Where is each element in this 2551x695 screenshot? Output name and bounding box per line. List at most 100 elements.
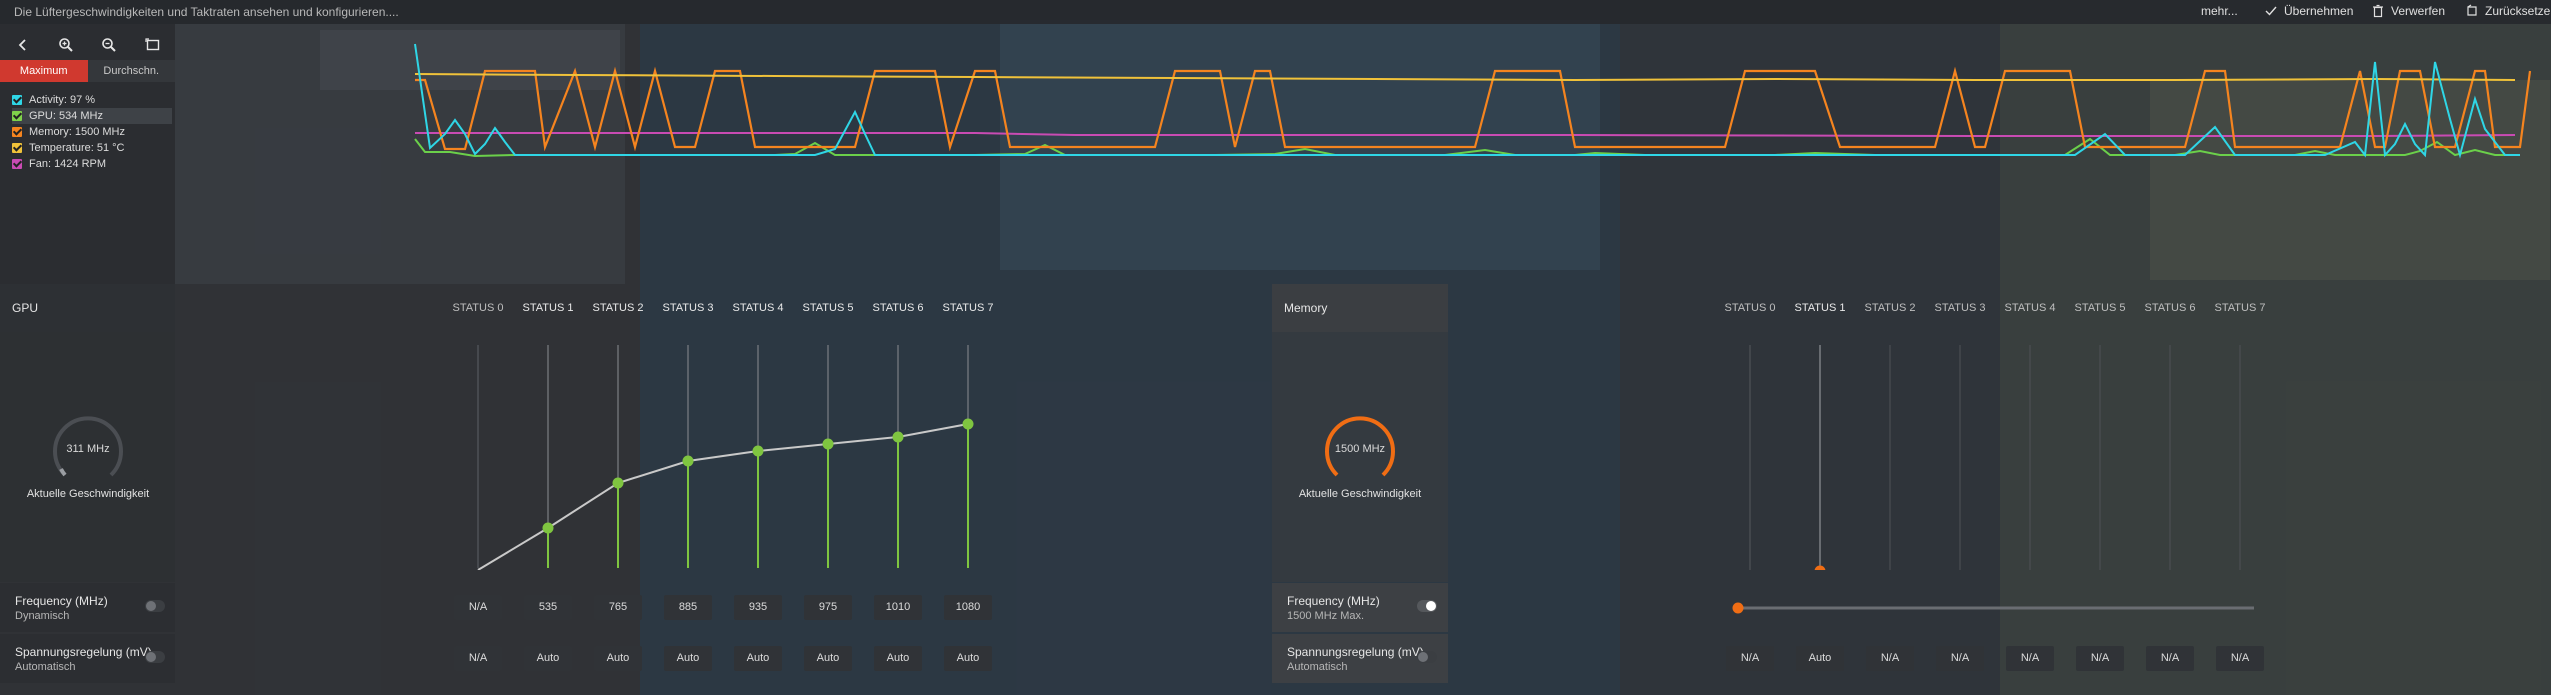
temperature-series-line — [414, 73, 2516, 82]
gpu-frequency-cell[interactable]: 765 — [594, 595, 642, 620]
gpu-voltage-cell[interactable]: N/A — [454, 646, 502, 671]
state-handle[interactable] — [962, 418, 974, 430]
discard-button[interactable]: Verwerfen — [2371, 4, 2445, 18]
memory-voltage-cell[interactable]: Auto — [1796, 646, 1844, 671]
gpu-voltage-toggle[interactable] — [145, 651, 165, 663]
gpu-voltage-cell[interactable]: Auto — [944, 646, 992, 671]
state-handle[interactable] — [892, 431, 904, 443]
reset-icon — [2467, 4, 2477, 16]
more-button[interactable]: mehr... — [2201, 4, 2238, 18]
state-handle[interactable] — [682, 455, 694, 467]
memory-frequency-slider[interactable] — [1730, 600, 2260, 616]
memory-voltage-cell[interactable]: N/A — [1726, 646, 1774, 671]
graph-legend: Activity: 97 % GPU: 534 MHz Memory: 1500… — [12, 92, 172, 172]
back-icon[interactable] — [14, 36, 32, 54]
gpu-state-curve — [477, 345, 974, 570]
checkbox-icon[interactable] — [12, 143, 22, 153]
gpu-frequency-cell[interactable]: 1010 — [874, 595, 922, 620]
aggregation-toggle: Maximum Durchschn. — [0, 60, 175, 82]
legend-activity[interactable]: Activity: 97 % — [12, 92, 172, 108]
memory-gauge-label: Aktuelle Geschwindigkeit — [1298, 488, 1422, 500]
checkmark-icon — [2265, 6, 2277, 16]
memory-voltage-label: Spannungsregelung (mV) — [1287, 645, 1424, 659]
gpu-voltage-cell[interactable]: Auto — [524, 646, 572, 671]
memory-voltage-cell[interactable]: N/A — [2146, 646, 2194, 671]
state-handle[interactable] — [542, 522, 554, 534]
gpu-frequency-cell[interactable]: N/A — [454, 595, 502, 620]
state-handle[interactable] — [1814, 565, 1826, 571]
apply-button[interactable]: Übernehmen — [2264, 4, 2353, 18]
gpu-voltage-mode: Automatisch — [15, 661, 76, 673]
memory-title: Memory — [1284, 301, 1328, 315]
memory-state-label: STATUS 6 — [2144, 302, 2196, 314]
memory-state-label: STATUS 3 — [1934, 302, 1986, 314]
memory-voltage-cell[interactable]: N/A — [2006, 646, 2054, 671]
state-handle[interactable] — [752, 445, 764, 457]
memory-voltage-cell[interactable]: N/A — [2076, 646, 2124, 671]
monitoring-graph — [414, 43, 2532, 159]
gpu-voltage-cell[interactable]: Auto — [594, 646, 642, 671]
gpu-state-label: STATUS 0 — [452, 302, 504, 314]
fan-series-line — [415, 132, 2516, 137]
gpu-frequency-cell[interactable]: 535 — [524, 595, 572, 620]
gpu-frequency-cell[interactable]: 935 — [734, 595, 782, 620]
gpu-gauge-label: Aktuelle Geschwindigkeit — [26, 488, 150, 500]
gpu-frequency-cell[interactable]: 975 — [804, 595, 852, 620]
gpu-frequency-cell[interactable]: 885 — [664, 595, 712, 620]
memory-section-header: Memory — [1272, 284, 1448, 332]
memory-voltage-cell[interactable]: N/A — [1936, 646, 1984, 671]
slider-thumb[interactable] — [1732, 602, 1744, 614]
fit-icon[interactable] — [144, 36, 162, 54]
gpu-gauge-panel: 311 MHz Aktuelle Geschwindigkeit — [0, 332, 175, 582]
memory-voltage-row-header: Spannungsregelung (mV) Automatisch — [1272, 634, 1448, 683]
state-handle[interactable] — [612, 477, 624, 489]
gpu-gauge-value: 311 MHz — [66, 443, 110, 455]
gpu-state-label: STATUS 5 — [802, 302, 854, 314]
legend-gpu[interactable]: GPU: 534 MHz — [12, 108, 172, 124]
gpu-voltage-cell[interactable]: Auto — [734, 646, 782, 671]
gpu-voltage-label: Spannungsregelung (mV) — [15, 645, 152, 659]
reset-button[interactable]: Zurücksetzen — [2465, 4, 2551, 18]
gpu-frequency-toggle[interactable] — [145, 600, 165, 612]
activity-series-line — [414, 43, 2520, 159]
checkbox-icon[interactable] — [12, 159, 22, 169]
memory-state-label: STATUS 2 — [1864, 302, 1916, 314]
checkbox-icon[interactable] — [12, 111, 22, 121]
legend-memory[interactable]: Memory: 1500 MHz — [12, 124, 172, 140]
discard-label: Verwerfen — [2391, 4, 2446, 18]
memory-state-label: STATUS 5 — [2074, 302, 2126, 314]
memory-voltage-cell[interactable]: N/A — [1866, 646, 1914, 671]
checkbox-icon[interactable] — [12, 95, 22, 105]
memory-state-label: STATUS 1 — [1794, 302, 1846, 314]
memory-frequency-toggle[interactable] — [1417, 600, 1437, 612]
gpu-voltage-cell[interactable]: Auto — [804, 646, 852, 671]
memory-frequency-mode: 1500 MHz Max. — [1287, 610, 1365, 622]
gpu-voltage-cell[interactable]: Auto — [664, 646, 712, 671]
memory-series-line — [415, 66, 2532, 152]
gpu-voltage-cell[interactable]: Auto — [874, 646, 922, 671]
legend-temperature[interactable]: Temperature: 51 °C — [12, 140, 172, 156]
gpu-title: GPU — [12, 301, 39, 315]
checkbox-icon[interactable] — [12, 127, 22, 137]
gpu-voltage-row-header: Spannungsregelung (mV) Automatisch — [0, 634, 175, 683]
state-handle[interactable] — [822, 438, 834, 450]
mode-average-button[interactable]: Durchschn. — [87, 60, 175, 82]
gpu-state-label: STATUS 1 — [522, 302, 574, 314]
apply-label: Übernehmen — [2284, 4, 2354, 18]
memory-frequency-row-header: Frequency (MHz) 1500 MHz Max. — [1272, 583, 1448, 632]
graph-toolbar — [0, 32, 175, 56]
zoom-out-icon[interactable] — [100, 36, 118, 54]
memory-frequency-label: Frequency (MHz) — [1287, 594, 1380, 608]
memory-state-label: STATUS 0 — [1724, 302, 1776, 314]
gpu-section-header: GPU — [0, 284, 175, 332]
gpu-state-label: STATUS 4 — [732, 302, 784, 314]
gpu-frequency-cell[interactable]: 1080 — [944, 595, 992, 620]
memory-voltage-cell[interactable]: N/A — [2216, 646, 2264, 671]
mode-maximum-button[interactable]: Maximum — [0, 60, 88, 82]
legend-label: Activity: 97 % — [29, 94, 96, 106]
legend-fan[interactable]: Fan: 1424 RPM — [12, 156, 172, 172]
gpu-frequency-row-header: Frequency (MHz) Dynamisch — [0, 583, 175, 632]
gpu-state-label: STATUS 6 — [872, 302, 924, 314]
memory-voltage-toggle[interactable] — [1417, 651, 1437, 663]
zoom-in-icon[interactable] — [57, 36, 75, 54]
